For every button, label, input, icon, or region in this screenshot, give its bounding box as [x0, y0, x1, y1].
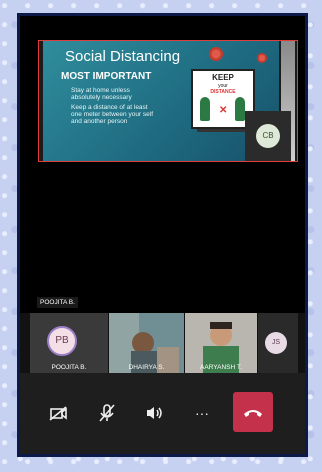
hang-up-icon: [244, 410, 262, 417]
call-controls: ···: [20, 373, 305, 454]
participant-tile-js[interactable]: JS: [258, 313, 298, 373]
participant-tile-aaryansh[interactable]: AARYANSH T.: [185, 313, 257, 373]
virus-icon: [257, 53, 267, 63]
avatar: PB: [47, 326, 77, 356]
participant-strip: PB POOJITA B. DHAIRYA S. AARYANSH T. JS: [20, 313, 305, 373]
end-call-button[interactable]: [233, 392, 273, 432]
person-icon: [235, 97, 245, 121]
participant-name: AARYANSH T.: [200, 364, 242, 371]
shared-screen: Social Distancing MOST IMPORTANT Stay at…: [38, 40, 298, 162]
slide-text: Stay at home unless: [71, 87, 130, 94]
cross-icon: ✕: [219, 105, 228, 116]
speaker-icon[interactable]: [140, 399, 168, 427]
slide-text: and another person: [71, 118, 128, 125]
avatar: JS: [265, 332, 287, 354]
camera-off-icon[interactable]: [44, 399, 72, 427]
slide-title: Social Distancing: [65, 48, 181, 65]
meeting-window: Social Distancing MOST IMPORTANT Stay at…: [17, 13, 308, 457]
participant-tile-pb[interactable]: PB POOJITA B.: [30, 313, 108, 373]
participant-tile-cb[interactable]: CB: [245, 111, 291, 161]
person-icon: [200, 97, 210, 121]
sign-distance: DISTANCE: [210, 89, 236, 95]
participant-name: POOJITA B.: [51, 364, 87, 371]
slide-subtitle: MOST IMPORTANT: [61, 71, 152, 82]
more-options-icon[interactable]: ···: [188, 399, 216, 427]
participant-tile-dhairya[interactable]: DHAIRYA S.: [109, 313, 184, 373]
virus-icon: [209, 47, 223, 61]
slide-text: absolutely necessary: [71, 94, 132, 101]
avatar: CB: [256, 124, 280, 148]
sign-keep: KEEP: [212, 73, 234, 82]
participant-name: DHAIRYA S.: [128, 364, 165, 371]
mic-off-icon[interactable]: [93, 399, 121, 427]
slide-text: one meter between your self: [71, 111, 154, 118]
active-speaker-label: POOJITA B.: [37, 297, 78, 308]
slide: Social Distancing MOST IMPORTANT Stay at…: [43, 41, 279, 161]
sign-stand: [197, 129, 251, 132]
slide-text: Keep a distance of at least: [71, 104, 148, 111]
